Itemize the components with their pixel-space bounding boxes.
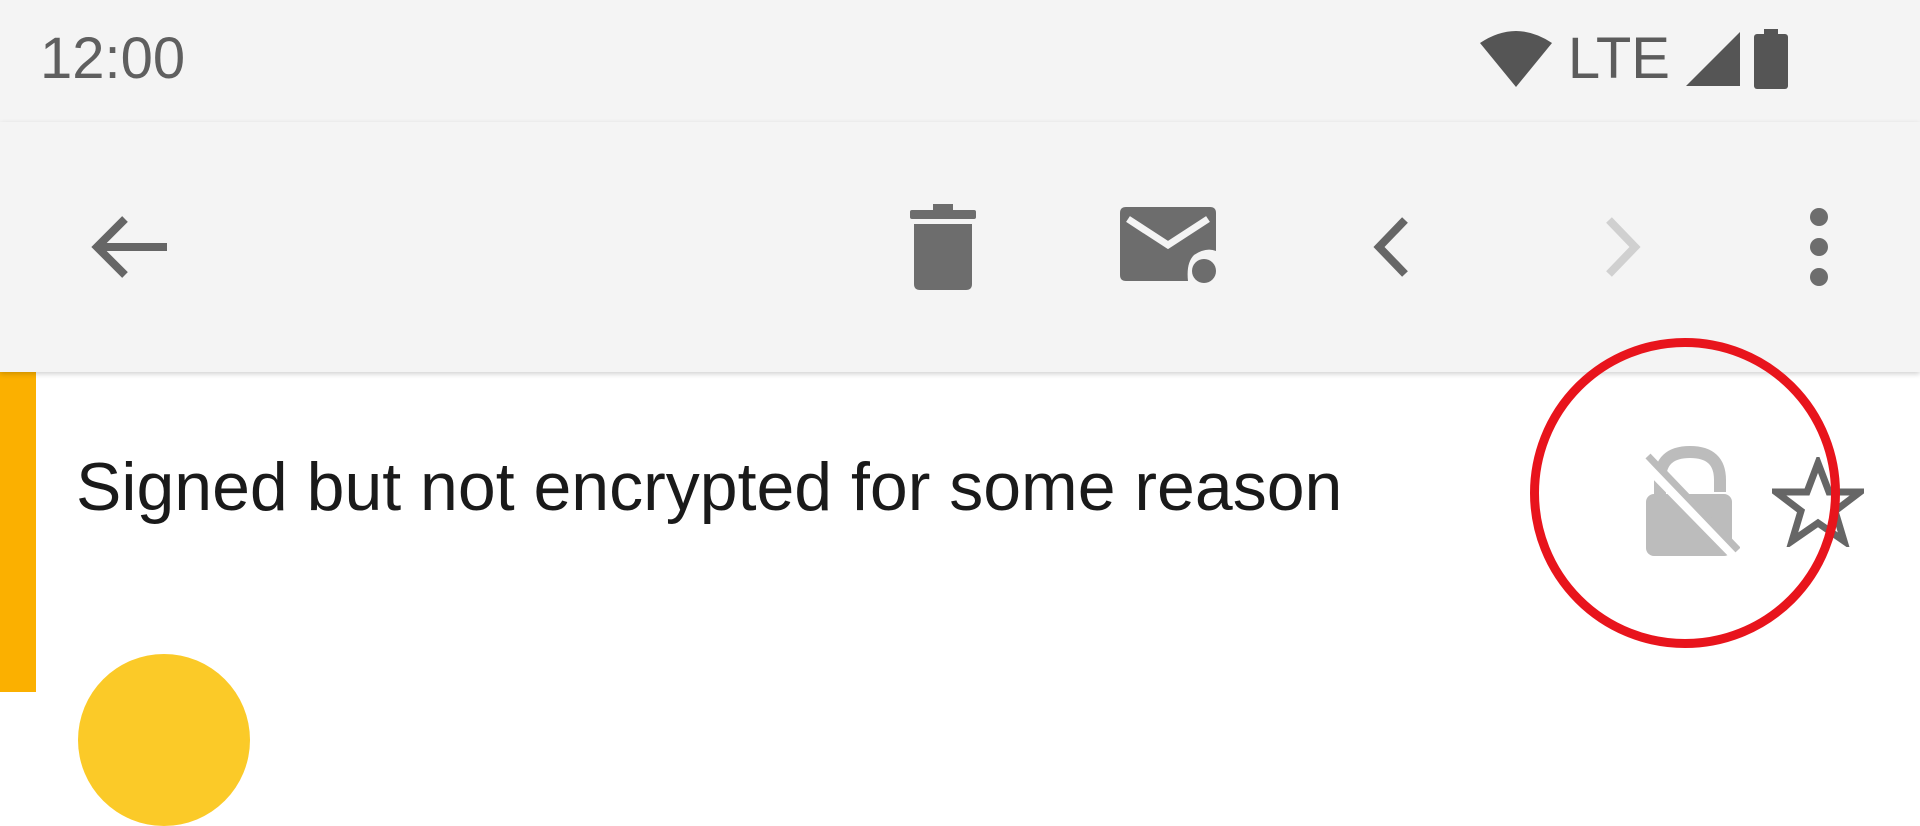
chevron-right-icon <box>1606 217 1641 277</box>
mark-unread-button[interactable] <box>1114 192 1224 302</box>
encryption-status[interactable] <box>1620 432 1760 572</box>
more-vert-icon <box>1810 208 1828 286</box>
delete-button[interactable] <box>888 192 998 302</box>
status-bar: 12:00 LTE <box>0 0 1920 122</box>
lock-off-icon <box>1640 446 1740 558</box>
chevron-left-icon <box>1373 217 1408 277</box>
more-options-button[interactable] <box>1764 192 1874 302</box>
status-icons: LTE <box>1478 24 1790 94</box>
star-outline-icon <box>1772 457 1864 547</box>
label-color-bar <box>0 372 36 692</box>
next-message-button[interactable] <box>1566 192 1676 302</box>
mark-unread-icon <box>1120 207 1216 283</box>
star-button[interactable] <box>1768 452 1868 552</box>
message-subject: Signed but not encrypted for some reason <box>76 449 1343 525</box>
message-header: Signed but not encrypted for some reason <box>0 372 1920 826</box>
network-type-label: LTE <box>1567 26 1670 91</box>
back-arrow-icon <box>91 216 167 278</box>
previous-message-button[interactable] <box>1338 192 1448 302</box>
wifi-icon <box>1479 31 1552 87</box>
trash-icon <box>910 204 976 290</box>
signal-icon <box>1686 32 1740 86</box>
status-time: 12:00 <box>40 26 186 91</box>
sender-avatar <box>78 654 250 826</box>
battery-icon <box>1754 29 1788 89</box>
back-button[interactable] <box>76 192 186 302</box>
message-toolbar <box>0 122 1920 372</box>
